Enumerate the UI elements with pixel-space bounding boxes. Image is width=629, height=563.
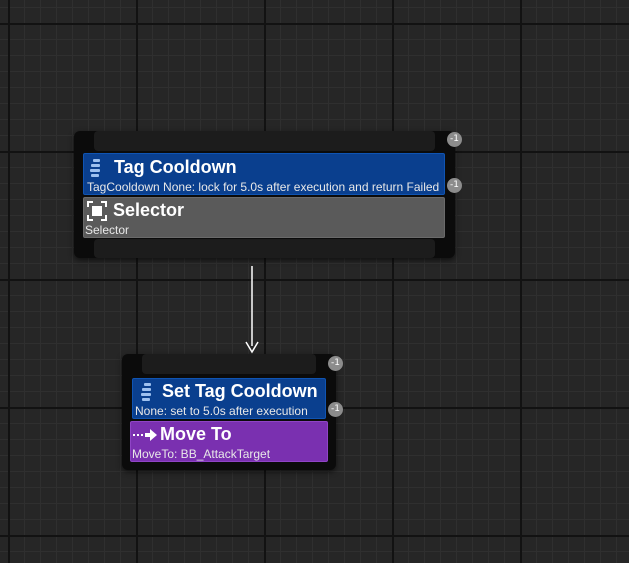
selector-icon: [87, 201, 107, 221]
decorator-title: Set Tag Cooldown: [162, 381, 318, 401]
move-to-task[interactable]: Move To MoveTo: BB_AttackTarget: [130, 421, 328, 462]
selector-composite[interactable]: Selector Selector: [83, 197, 445, 238]
move-to-node[interactable]: Set Tag Cooldown None: set to 5.0s after…: [122, 354, 336, 470]
composite-description: Selector: [85, 223, 130, 237]
move-to-node-index-badge: -1: [328, 356, 343, 371]
set-tag-cooldown-index-badge: -1: [328, 402, 343, 417]
tag-cooldown-index-badge: -1: [447, 178, 462, 193]
selector-node-index-badge: -1: [447, 132, 462, 147]
decorator-description: TagCooldown None: lock for 5.0s after ex…: [87, 180, 440, 194]
selector-node[interactable]: Tag Cooldown TagCooldown None: lock for …: [74, 131, 455, 258]
decorator-icon: [141, 383, 151, 401]
output-pin-bar[interactable]: [94, 239, 435, 258]
decorator-description: None: set to 5.0s after execution: [135, 404, 308, 418]
task-description: MoveTo: BB_AttackTarget: [132, 447, 271, 461]
task-title: Move To: [160, 424, 232, 444]
connection-arrow: [245, 266, 259, 354]
move-to-icon: [133, 429, 157, 441]
input-pin-bar[interactable]: [94, 131, 435, 151]
tag-cooldown-decorator[interactable]: Tag Cooldown TagCooldown None: lock for …: [83, 153, 445, 195]
input-pin-bar[interactable]: [142, 354, 316, 374]
set-tag-cooldown-decorator[interactable]: Set Tag Cooldown None: set to 5.0s after…: [132, 378, 326, 419]
decorator-icon: [90, 159, 100, 177]
composite-title: Selector: [113, 200, 185, 220]
decorator-title: Tag Cooldown: [114, 157, 237, 177]
